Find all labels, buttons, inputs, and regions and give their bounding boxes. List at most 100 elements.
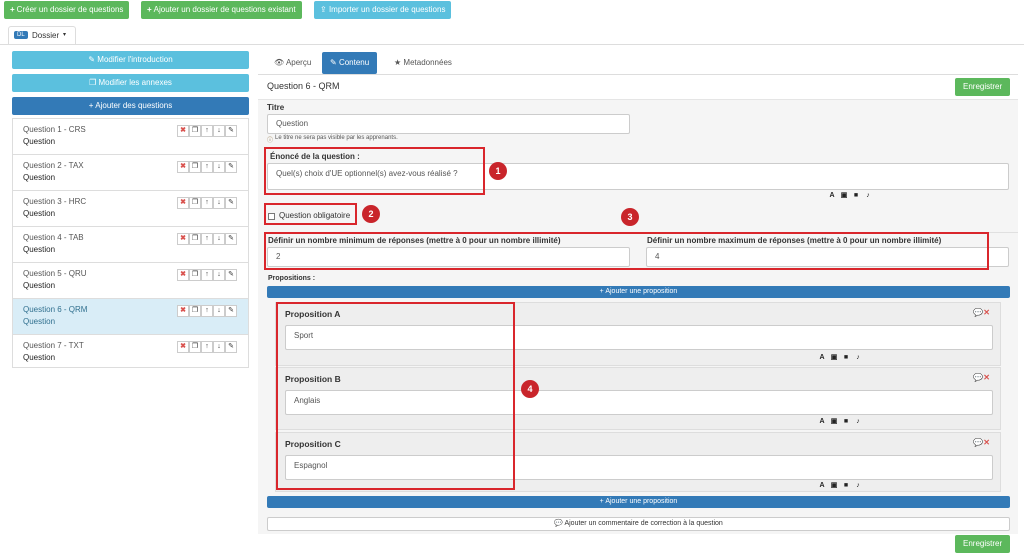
arrow-down-icon[interactable]: ↓: [213, 341, 225, 353]
comment-delete-icon[interactable]: 💬✕: [973, 373, 990, 382]
delete-icon[interactable]: ✖: [177, 269, 189, 281]
add-questions-button[interactable]: + Ajouter des questions: [12, 97, 249, 115]
arrow-up-icon[interactable]: ↑: [201, 125, 213, 137]
comment-delete-icon[interactable]: 💬✕: [973, 438, 990, 447]
add-proposition-button-top[interactable]: + Ajouter une proposition: [267, 286, 1010, 298]
arrow-up-icon[interactable]: ↑: [201, 305, 213, 317]
pencil-icon[interactable]: ✎: [225, 161, 237, 173]
delete-icon[interactable]: ✖: [177, 161, 189, 173]
image-icon[interactable]: ▣: [838, 190, 850, 201]
annotation-badge-2: 2: [362, 205, 380, 223]
image-icon[interactable]: ▣: [828, 416, 840, 427]
copy-icon[interactable]: ❐: [189, 161, 201, 173]
folder-tab[interactable]: DL Dossier ▾: [8, 26, 76, 44]
create-folder-button[interactable]: Créer un dossier de questions: [4, 1, 130, 19]
list-item[interactable]: Question 1 - CRS Question ✖ ❐ ↑ ↓ ✎: [13, 119, 248, 155]
list-item[interactable]: Question 5 - QRU Question ✖ ❐ ↑ ↓ ✎: [13, 263, 248, 299]
import-icon: ⇪: [320, 5, 329, 14]
font-icon[interactable]: A: [816, 480, 828, 491]
add-comment-button[interactable]: 💬 Ajouter un commentaire de correction à…: [267, 517, 1010, 531]
tab-preview[interactable]: 👁 Aperçu: [266, 52, 319, 74]
arrow-down-icon[interactable]: ↓: [213, 161, 225, 173]
eye-icon: 👁: [274, 58, 286, 67]
question-list: Question 1 - CRS Question ✖ ❐ ↑ ↓ ✎ Question 2…: [12, 118, 249, 368]
comment-icon: 💬: [554, 520, 565, 527]
arrow-up-icon[interactable]: ↑: [201, 269, 213, 281]
question-type: Question: [23, 209, 56, 218]
pencil-icon[interactable]: ✎: [225, 269, 237, 281]
annotation-badge-1: 1: [489, 162, 507, 180]
delete-icon[interactable]: ✖: [177, 341, 189, 353]
video-icon[interactable]: ■: [840, 416, 852, 427]
copy-icon[interactable]: ❐: [189, 197, 201, 209]
list-item[interactable]: Question 3 - HRC Question ✖ ❐ ↑ ↓ ✎: [13, 191, 248, 227]
arrow-down-icon[interactable]: ↓: [213, 125, 225, 137]
delete-icon[interactable]: ✖: [177, 305, 189, 317]
add-comment-label: Ajouter un commentaire de correction à l…: [564, 520, 723, 527]
tab-metadata[interactable]: ★ Metadonnées: [386, 52, 460, 74]
arrow-up-icon[interactable]: ↑: [201, 341, 213, 353]
add-proposition-label: Ajouter une proposition: [605, 288, 678, 295]
import-folder-button[interactable]: ⇪ Importer un dossier de questions: [314, 1, 452, 19]
video-icon[interactable]: ■: [840, 352, 852, 363]
question-type: Question: [23, 281, 56, 290]
question-type: Question: [23, 245, 56, 254]
add-proposition-button-bottom[interactable]: + Ajouter une proposition: [267, 496, 1010, 508]
copy-icon[interactable]: ❐: [189, 125, 201, 137]
arrow-up-icon[interactable]: ↑: [201, 197, 213, 209]
arrow-down-icon[interactable]: ↓: [213, 305, 225, 317]
image-icon[interactable]: ▣: [828, 352, 840, 363]
star-icon: ★: [394, 58, 404, 67]
image-icon[interactable]: ▣: [828, 480, 840, 491]
arrow-up-icon[interactable]: ↑: [201, 233, 213, 245]
list-item[interactable]: Question 2 - TAX Question ✖ ❐ ↑ ↓ ✎: [13, 155, 248, 191]
delete-icon[interactable]: ✖: [177, 125, 189, 137]
pencil-icon[interactable]: ✎: [225, 341, 237, 353]
audio-icon[interactable]: ♪: [862, 190, 874, 201]
edit-intro-button[interactable]: ✎ Modifier l'introduction: [12, 51, 249, 69]
list-item-active[interactable]: Question 6 - QRM Question ✖ ❐ ↑ ↓ ✎: [13, 299, 248, 335]
question-tools: ✖ ❐ ↑ ↓ ✎: [177, 341, 237, 353]
files-icon: ❐: [89, 78, 99, 87]
video-icon[interactable]: ■: [840, 480, 852, 491]
question-title: Question 6 - QRM: [23, 305, 88, 314]
copy-icon[interactable]: ❐: [189, 341, 201, 353]
list-item[interactable]: Question 4 - TAB Question ✖ ❐ ↑ ↓ ✎: [13, 227, 248, 263]
title-hint: Le titre ne sera pas visible par les app…: [275, 135, 398, 141]
font-icon[interactable]: A: [816, 416, 828, 427]
annotation-box-2: [264, 203, 357, 225]
delete-icon[interactable]: ✖: [177, 197, 189, 209]
page-title: Question 6 - QRM: [267, 81, 340, 91]
add-existing-folder-button[interactable]: Ajouter un dossier de questions existant: [141, 1, 302, 19]
save-button[interactable]: Enregistrer: [955, 78, 1011, 96]
audio-icon[interactable]: ♪: [852, 416, 864, 427]
question-title: Question 7 - TXT: [23, 341, 84, 350]
pencil-icon[interactable]: ✎: [225, 305, 237, 317]
arrow-up-icon[interactable]: ↑: [201, 161, 213, 173]
delete-icon[interactable]: ✖: [177, 233, 189, 245]
pencil-icon[interactable]: ✎: [225, 197, 237, 209]
audio-icon[interactable]: ♪: [852, 480, 864, 491]
font-icon[interactable]: A: [826, 190, 838, 201]
arrow-down-icon[interactable]: ↓: [213, 233, 225, 245]
comment-delete-icon[interactable]: 💬✕: [973, 308, 990, 317]
pencil-icon[interactable]: ✎: [225, 125, 237, 137]
arrow-down-icon[interactable]: ↓: [213, 197, 225, 209]
tab-bar: 👁 Aperçu ✎ Contenu ★ Metadonnées: [258, 50, 1018, 75]
title-input[interactable]: Question: [267, 114, 630, 134]
arrow-down-icon[interactable]: ↓: [213, 269, 225, 281]
list-item[interactable]: Question 7 - TXT Question ✖ ❐ ↑ ↓ ✎: [13, 335, 248, 371]
question-title: Question 4 - TAB: [23, 233, 84, 242]
pencil-icon[interactable]: ✎: [225, 233, 237, 245]
save-button-bottom[interactable]: Enregistrer: [955, 535, 1011, 553]
audio-icon[interactable]: ♪: [852, 352, 864, 363]
edit-annexes-button[interactable]: ❐ Modifier les annexes: [12, 74, 249, 92]
copy-icon[interactable]: ❐: [189, 305, 201, 317]
tab-content[interactable]: ✎ Contenu: [322, 52, 378, 74]
copy-icon[interactable]: ❐: [189, 233, 201, 245]
font-icon[interactable]: A: [816, 352, 828, 363]
propositions-label: Propositions :: [268, 275, 316, 282]
copy-icon[interactable]: ❐: [189, 269, 201, 281]
folder-badge: DL: [14, 31, 28, 39]
video-icon[interactable]: ■: [850, 190, 862, 201]
